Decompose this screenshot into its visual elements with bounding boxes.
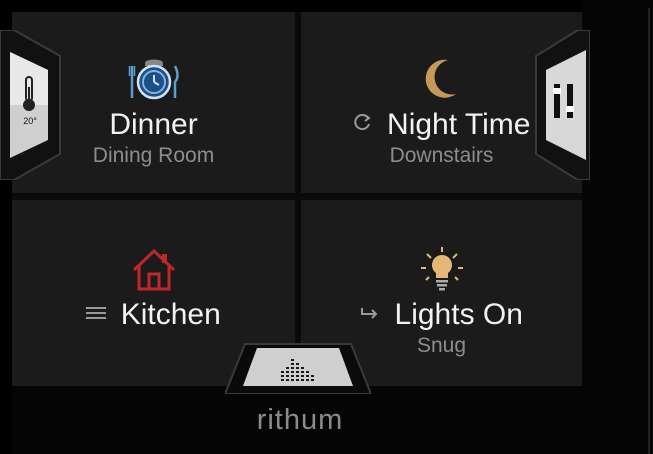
equalizer-icon <box>281 359 314 381</box>
music-tab[interactable] <box>223 342 373 395</box>
scene-tile-kitchen[interactable]: Kitchen <box>12 232 295 332</box>
scene-title: Dinner <box>109 108 198 141</box>
temperature-value: 20° <box>23 116 37 126</box>
thermometer-icon <box>23 76 35 111</box>
moon-icon <box>425 59 456 98</box>
scene-title: Kitchen <box>120 298 221 331</box>
temperature-tab[interactable]: 20° <box>0 29 62 181</box>
mixer-tab[interactable] <box>534 29 591 181</box>
scene-tile-lights-on[interactable]: Lights On Snug <box>301 232 582 358</box>
scene-title: Lights On <box>394 298 523 331</box>
dinner-plate-icon <box>128 59 179 100</box>
scene-title: Night Time <box>387 108 531 141</box>
edge-line <box>648 8 650 454</box>
house-icon <box>132 248 175 291</box>
refresh-icon <box>353 112 373 138</box>
lightbulb-icon <box>420 247 463 291</box>
menu-icon <box>86 304 107 327</box>
divider-horizontal <box>12 193 582 200</box>
arrow-return-icon <box>360 304 380 327</box>
brand-logo: rithum <box>256 404 344 436</box>
sliders-icon <box>553 84 574 118</box>
